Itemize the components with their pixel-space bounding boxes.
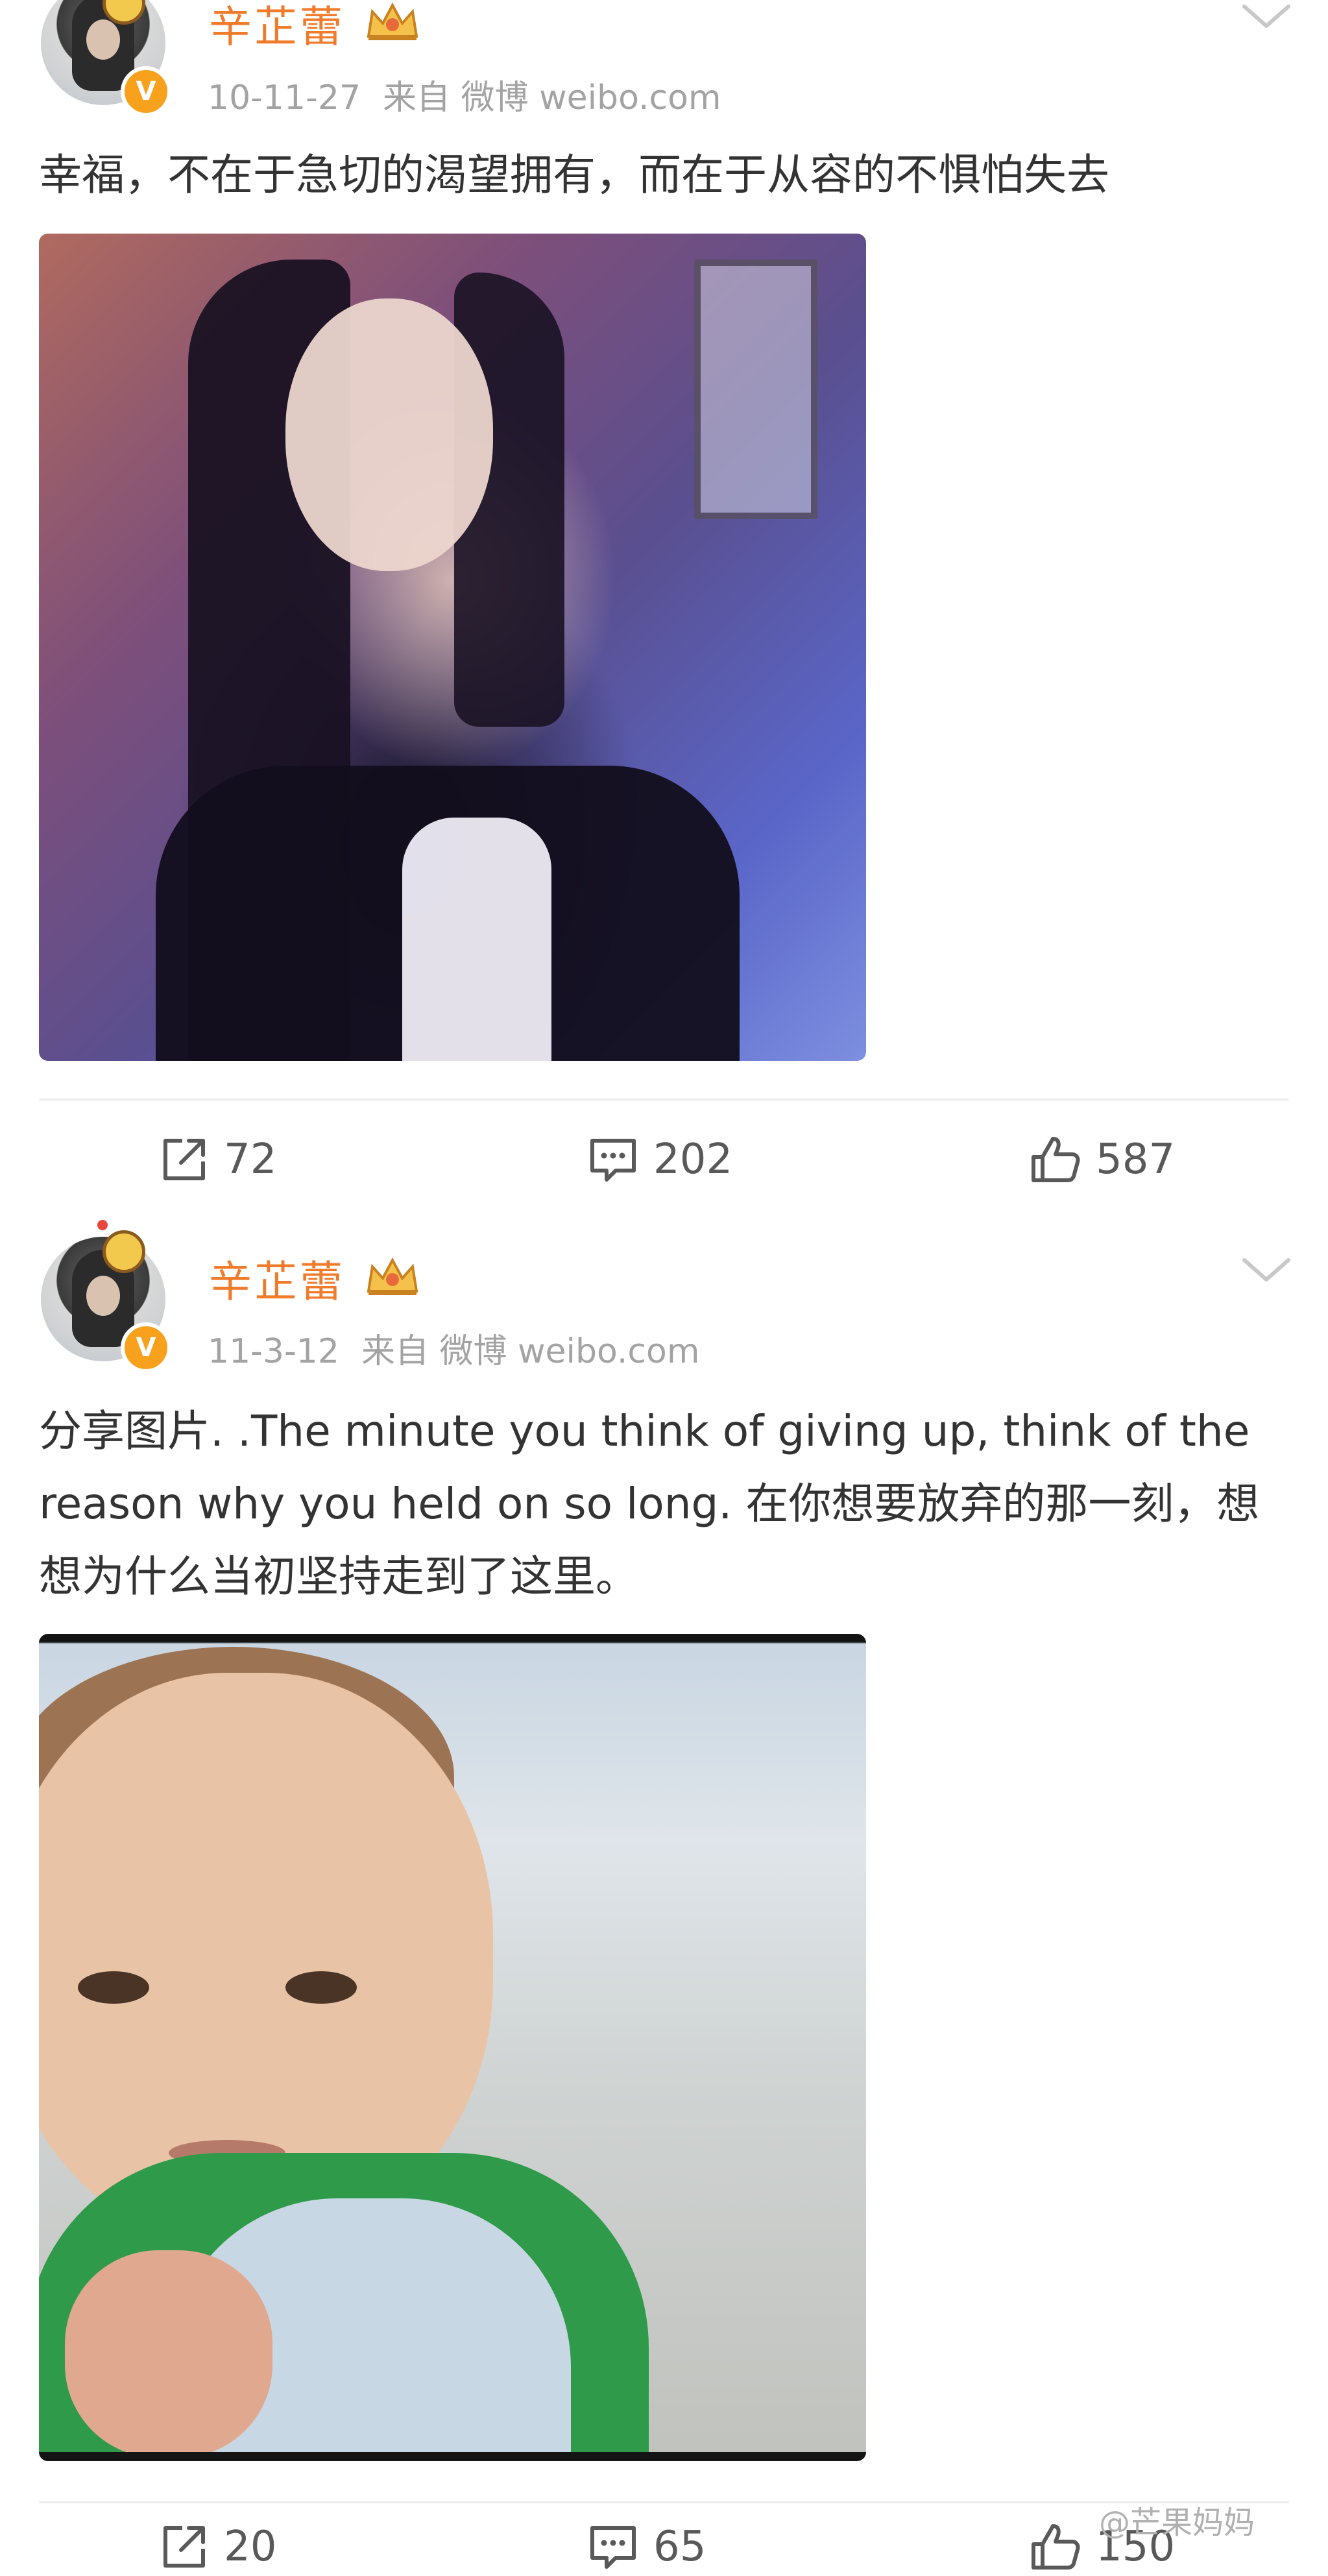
post-source[interactable]: 来自 微博 weibo.com (383, 79, 721, 117)
avatar-face (86, 1276, 120, 1316)
verified-v-icon: V (121, 66, 171, 117)
photo-border (39, 2452, 866, 2461)
comment-icon (590, 2526, 636, 2569)
comment-button[interactable]: 202 (587, 1130, 732, 1189)
crown-icon (367, 1257, 418, 1295)
avatar-face (86, 19, 120, 60)
chevron-down-icon[interactable] (1240, 0, 1292, 32)
post-text: 幸福，不在于急切的渴望拥有，而在于从容的不惧怕失去 (39, 150, 1109, 200)
repost-button[interactable]: 20 (159, 2518, 276, 2576)
post-date: 11-3-12 (208, 1332, 339, 1371)
username[interactable]: 辛芷蕾 (209, 0, 345, 55)
chevron-down-icon[interactable] (1240, 1254, 1292, 1286)
comment-icon (590, 1139, 636, 1182)
post-text: 分享图片. .The minute you think of giving up… (39, 1406, 1260, 1601)
repost-count: 20 (224, 2523, 277, 2571)
photo-eye (285, 1971, 357, 2004)
post-image[interactable] (39, 1634, 866, 2461)
thumbs-up-icon (1032, 1137, 1080, 1182)
photo-eye (78, 1971, 149, 2004)
thumbs-up-icon (1032, 2524, 1080, 2570)
post-meta: 11-3-12 来自 微博 weibo.com (208, 1324, 699, 1372)
verified-v-icon: V (121, 1322, 171, 1373)
repost-count: 72 (224, 1136, 277, 1184)
like-count: 587 (1096, 1136, 1176, 1184)
post-meta: 10-11-27 来自 微博 weibo.com (208, 70, 721, 119)
photo-sign (694, 260, 817, 519)
post-source[interactable]: 来自 微博 weibo.com (361, 1332, 700, 1371)
repost-icon (163, 2526, 205, 2568)
comment-button[interactable]: 65 (587, 2518, 706, 2576)
comment-count: 202 (653, 1136, 733, 1184)
photo-shirt (402, 818, 551, 1061)
username[interactable]: 辛芷蕾 (209, 1247, 345, 1309)
divider (39, 1099, 1289, 1100)
photo-fist (65, 2250, 272, 2458)
photo-face (285, 298, 493, 571)
repost-icon (163, 1139, 205, 1180)
avatar-pendant-icon (103, 1230, 145, 1273)
crown-icon (367, 2, 418, 40)
post-image[interactable] (39, 234, 866, 1061)
avatar-heart-icon (97, 1220, 108, 1230)
repost-button[interactable]: 72 (159, 1130, 276, 1189)
watermark: @芒果妈妈 (1099, 2505, 1255, 2541)
like-button[interactable]: 587 (1028, 1130, 1175, 1189)
post-date: 10-11-27 (208, 79, 361, 117)
comment-count: 65 (653, 2523, 706, 2571)
